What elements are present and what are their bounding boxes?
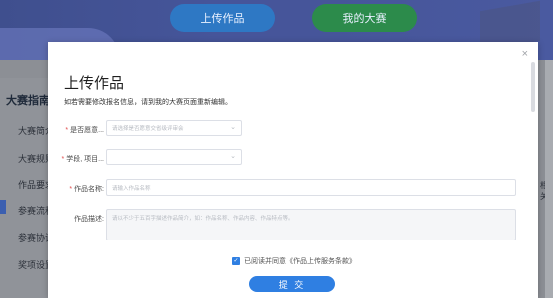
dialog-scrollbar[interactable] xyxy=(531,62,535,112)
name-row: * 作品名称: 请输入作品名称 xyxy=(48,179,538,199)
work-description-placeholder: 请以不少于五百字描述作品简介，如：作品名称、作品内容、作品特点等。 xyxy=(112,216,294,222)
checkbox-checked-icon[interactable]: ✓ xyxy=(232,257,240,265)
work-name-placeholder: 请输入作品名称 xyxy=(112,186,151,192)
stage-select[interactable]: ⌄ xyxy=(106,149,242,165)
upload-dialog: × 上传作品 如若需要修改报名信息，请到我的大赛页面重新编辑。 * 是否愿意...… xyxy=(48,42,538,298)
committee-row: * 是否愿意... 请选择是否愿意交省级评审会 ⌄ xyxy=(48,120,538,140)
committee-label: * 是否愿意... xyxy=(65,127,104,134)
close-icon[interactable]: × xyxy=(522,48,528,60)
tab-my-contest[interactable]: 我的大赛 xyxy=(312,4,417,32)
sidebar-active-indicator xyxy=(0,200,6,214)
name-label: * 作品名称: xyxy=(69,186,104,193)
tab-upload-works[interactable]: 上传作品 xyxy=(170,4,275,32)
work-description-textarea[interactable]: 请以不少于五百字描述作品简介，如：作品名称、作品内容、作品特点等。 xyxy=(106,209,516,241)
agree-text: 已阅读并同意《作品上传服务条款》 xyxy=(244,258,356,265)
chevron-down-icon: ⌄ xyxy=(230,124,236,131)
dialog-title: 上传作品 xyxy=(64,75,125,92)
committee-select[interactable]: 请选择是否愿意交省级评审会 ⌄ xyxy=(106,120,242,136)
work-name-input[interactable]: 请输入作品名称 xyxy=(106,179,516,196)
page-scrollbar[interactable] xyxy=(545,60,553,298)
dialog-notice: 如若需要修改报名信息，请到我的大赛页面重新编辑。 xyxy=(64,99,232,106)
submit-button[interactable]: 提 交 xyxy=(249,276,335,292)
agree-checkbox-row[interactable]: ✓ 已阅读并同意《作品上传服务条款》 xyxy=(232,256,356,266)
chevron-down-icon: ⌄ xyxy=(230,153,236,160)
stage-label: * 学段, 项目... xyxy=(61,156,104,163)
desc-label: 作品描述: xyxy=(74,216,104,223)
committee-placeholder: 请选择是否愿意交省级评审会 xyxy=(112,126,184,132)
stage-row: * 学段, 项目... ⌄ xyxy=(48,149,538,169)
sidebar-title: 大赛指南 xyxy=(6,95,50,107)
desc-row: 作品描述: 请以不少于五百字描述作品简介，如：作品名称、作品内容、作品特点等。 xyxy=(48,209,538,241)
